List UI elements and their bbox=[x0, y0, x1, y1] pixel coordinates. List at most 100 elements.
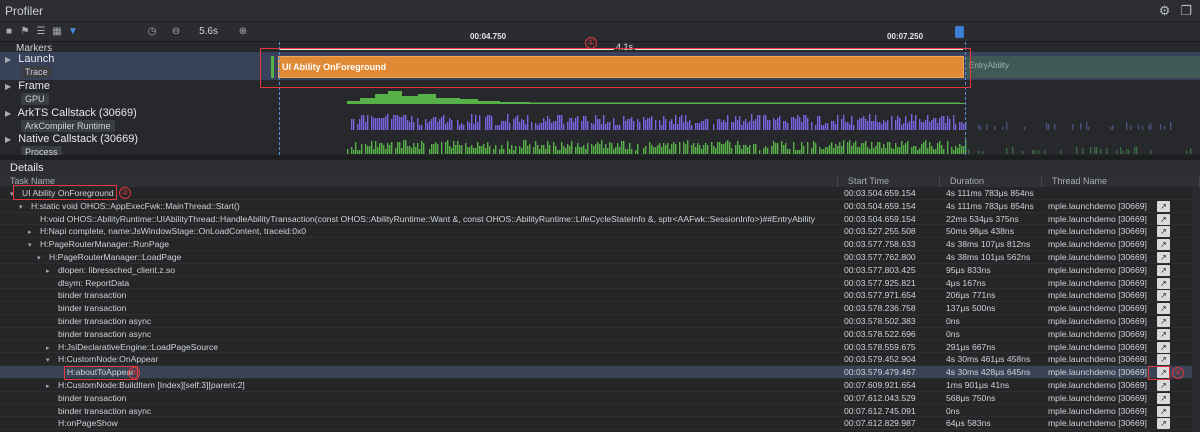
activity-bar bbox=[599, 119, 601, 130]
activity-bar bbox=[803, 115, 805, 130]
activity-bar bbox=[567, 144, 569, 154]
table-row[interactable]: binder transaction 00:03.578.236.758 137μs… bbox=[0, 302, 1200, 315]
table-row[interactable]: binder transaction async 00:03.578.502.38… bbox=[0, 315, 1200, 328]
activity-bar bbox=[787, 123, 789, 130]
activity-bar bbox=[669, 149, 671, 154]
activity-bar bbox=[980, 126, 982, 130]
table-row[interactable]: ▾ H:static void OHOS::AppExecFwk::MainThr… bbox=[0, 200, 1200, 213]
activity-bar bbox=[545, 149, 547, 154]
activity-bar bbox=[631, 149, 633, 154]
ruler-tick: 00:04.750 bbox=[470, 32, 507, 41]
tree-toggle-icon[interactable]: ▾ bbox=[19, 202, 27, 212]
activity-bar bbox=[537, 125, 539, 130]
activity-bar bbox=[943, 116, 945, 130]
tree-toggle-icon[interactable]: ▸ bbox=[46, 343, 54, 353]
zoom-in-icon[interactable]: ⊕ bbox=[236, 26, 250, 37]
activity-bar bbox=[389, 145, 391, 154]
jump-to-icon[interactable]: ↗ bbox=[1157, 290, 1170, 302]
activity-bar bbox=[1190, 148, 1192, 154]
jump-to-icon[interactable]: ↗ bbox=[1157, 418, 1170, 430]
activity-bar bbox=[725, 142, 727, 154]
cell-task-name: binder transaction async bbox=[0, 405, 838, 417]
table-row[interactable]: ▸ H:JsiDeclarativeEngine::LoadPageSource 0… bbox=[0, 341, 1200, 354]
marker-flag-icon[interactable] bbox=[955, 26, 964, 38]
activity-bar bbox=[1112, 125, 1114, 130]
table-row[interactable]: ▸ dlopen: libressched_client.z.so 00:03.57… bbox=[0, 264, 1200, 277]
grid-icon[interactable]: ▦ bbox=[50, 26, 64, 37]
jump-to-icon[interactable]: ↗ bbox=[1157, 303, 1170, 315]
list-icon[interactable]: ☰ bbox=[34, 26, 48, 37]
activity-bar bbox=[1186, 151, 1188, 154]
task-name: H:PageRouterManager::LoadPage bbox=[49, 251, 182, 262]
activity-bar bbox=[721, 144, 723, 154]
jump-to-icon[interactable]: ↗ bbox=[1157, 226, 1170, 238]
activity-bar bbox=[393, 115, 395, 130]
column-start-time[interactable]: Start Time bbox=[838, 176, 940, 187]
tree-toggle-icon[interactable]: ▾ bbox=[37, 253, 45, 263]
activity-bar bbox=[631, 117, 633, 130]
jump-to-icon[interactable]: ↗ bbox=[1157, 379, 1170, 391]
gear-icon[interactable]: ⚙ bbox=[1159, 3, 1171, 19]
jump-to-icon[interactable]: ↗ bbox=[1157, 405, 1170, 417]
activity-bar bbox=[449, 146, 451, 154]
column-duration[interactable]: Duration bbox=[940, 176, 1042, 187]
restore-icon[interactable]: ❐ bbox=[1180, 3, 1192, 19]
jump-to-icon[interactable]: ↗ bbox=[1157, 328, 1170, 340]
activity-bar bbox=[367, 115, 369, 130]
activity-bar bbox=[575, 118, 577, 130]
table-row[interactable]: ▾ H:PageRouterManager::LoadPage 00:03.577.… bbox=[0, 251, 1200, 264]
frame-gpu-block bbox=[388, 91, 402, 104]
table-row[interactable]: H:void OHOS::AbilityRuntime::UIAbilityTh… bbox=[0, 213, 1200, 226]
column-task-name[interactable]: Task Name bbox=[0, 176, 838, 187]
table-row[interactable]: binder transaction async 00:03.578.522.69… bbox=[0, 328, 1200, 341]
activity-bar bbox=[827, 147, 829, 154]
activity-bar bbox=[1136, 147, 1138, 154]
stop-icon[interactable]: ■ bbox=[2, 26, 16, 37]
jump-to-icon[interactable]: ↗ bbox=[1157, 315, 1170, 327]
tree-toggle-icon[interactable]: ▸ bbox=[46, 266, 54, 276]
table-row[interactable]: binder transaction 00:03.577.971.654 206μs… bbox=[0, 289, 1200, 303]
activity-bar bbox=[799, 150, 801, 154]
tree-toggle-icon[interactable]: ▸ bbox=[46, 381, 54, 391]
tree-toggle-icon[interactable]: ▸ bbox=[28, 227, 36, 237]
activity-bar bbox=[543, 118, 545, 130]
table-row[interactable]: binder transaction async 00:07.612.745.09… bbox=[0, 405, 1200, 418]
tree-toggle-icon[interactable]: ▾ bbox=[28, 240, 36, 250]
table-row[interactable]: H:aboutToAppear 00:03.579.479.467 4s 30ms … bbox=[0, 366, 1200, 379]
frame-gpu-block bbox=[402, 96, 418, 104]
details-scrollbar[interactable] bbox=[1192, 187, 1200, 432]
jump-to-icon[interactable]: ↗ bbox=[1157, 392, 1170, 404]
flag-icon[interactable]: ⚑ bbox=[18, 26, 32, 37]
jump-to-icon[interactable]: ↗ bbox=[1157, 200, 1170, 212]
jump-to-icon[interactable]: ↗ bbox=[1157, 239, 1170, 251]
table-row[interactable]: ▸ H:Napi complete, name:JsWindowStage::On… bbox=[0, 225, 1200, 239]
table-row[interactable]: ▾ UI Ability OnForeground 00:03.504.659.15… bbox=[0, 187, 1200, 200]
jump-to-icon[interactable]: ↗ bbox=[1157, 341, 1170, 353]
table-row[interactable]: ▾ H:PageRouterManager::RunPage 00:03.577.7… bbox=[0, 238, 1200, 251]
table-row[interactable]: binder transaction 00:07.612.043.529 568μs… bbox=[0, 392, 1200, 405]
thread-name: mple.launchdemo [30669] bbox=[1048, 392, 1147, 403]
filter-icon[interactable]: ▼ bbox=[66, 26, 80, 37]
jump-to-icon[interactable]: ↗ bbox=[1157, 354, 1170, 366]
tree-toggle-icon[interactable]: ▾ bbox=[46, 355, 54, 365]
cell-thread-name: mple.launchdemo [30669] ↗ bbox=[1042, 417, 1200, 430]
activity-bar bbox=[1022, 151, 1024, 154]
time-ruler[interactable]: 00:04.750 00:07.250 bbox=[255, 22, 1200, 42]
activity-bar bbox=[925, 140, 927, 154]
table-row[interactable]: ▾ H:CustomNode:OnAppear 00:03.579.452.904 4… bbox=[0, 353, 1200, 367]
jump-to-icon[interactable]: ↗ bbox=[1157, 213, 1170, 225]
activity-bar bbox=[419, 149, 421, 154]
jump-to-icon[interactable]: ↗ bbox=[1157, 251, 1170, 263]
column-thread-name[interactable]: Thread Name bbox=[1042, 176, 1200, 187]
activity-bar bbox=[551, 123, 553, 130]
table-row[interactable]: H:onPageShow 00:07.612.829.987 64μs 583ns m… bbox=[0, 417, 1200, 431]
jump-to-icon[interactable]: ↗ bbox=[1157, 277, 1170, 289]
table-row[interactable]: ▸ H:CustomNode:BuildItem [Index][self:3][… bbox=[0, 379, 1200, 392]
jump-to-icon[interactable]: ↗ bbox=[1157, 264, 1170, 276]
history-icon[interactable]: ◷ bbox=[145, 26, 159, 37]
activity-bar bbox=[953, 115, 955, 130]
zoom-out-icon[interactable]: ⊖ bbox=[169, 26, 183, 37]
table-row[interactable]: dlsym: ReportData 00:03.577.925.821 4μs 16… bbox=[0, 277, 1200, 290]
activity-bar bbox=[843, 115, 845, 130]
activity-bar bbox=[685, 144, 687, 154]
